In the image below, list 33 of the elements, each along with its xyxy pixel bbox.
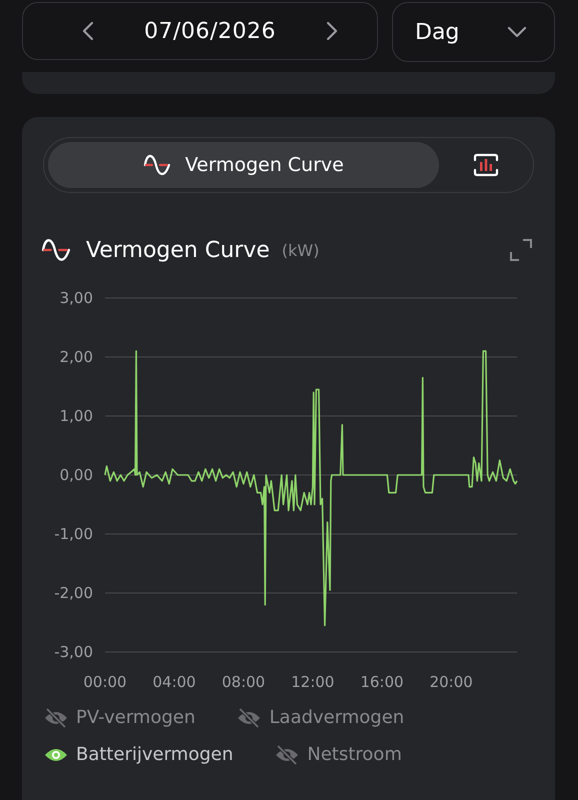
eye-slash-icon — [275, 744, 300, 764]
y-axis-label: 0,00 — [60, 466, 93, 484]
y-axis-label: -2,00 — [54, 584, 93, 602]
chart-title: Vermogen Curve — [86, 238, 270, 262]
y-axis-label: -1,00 — [54, 525, 93, 543]
y-axis-label: 1,00 — [60, 407, 93, 425]
y-axis-label: 3,00 — [60, 289, 93, 307]
eye-slash-icon — [44, 708, 68, 728]
legend-toggle[interactable]: PV-vermogen — [44, 707, 196, 728]
date-label: 07/06/2026 — [144, 18, 276, 44]
y-axis-label: 2,00 — [60, 348, 93, 366]
legend-toggle[interactable]: Batterijvermogen — [44, 744, 234, 765]
x-axis-label: 00:00 — [83, 673, 127, 691]
y-axis-label: -3,00 — [54, 643, 93, 661]
period-dropdown[interactable]: Dag — [392, 2, 555, 62]
eye-slash-icon — [237, 708, 262, 728]
wave-icon — [143, 153, 172, 177]
fullscreen-button[interactable] — [509, 238, 533, 262]
x-axis-label: 08:00 — [222, 673, 266, 691]
wave-icon — [41, 237, 71, 263]
expand-icon — [509, 238, 533, 262]
legend-toggle[interactable]: Laadvermogen — [237, 707, 404, 728]
view-tab[interactable]: Vermogen Curve — [48, 142, 439, 188]
x-axis-label: 20:00 — [430, 673, 473, 691]
x-axis-label: 04:00 — [152, 673, 196, 691]
chevron-down-icon — [506, 25, 528, 39]
chevron-right-icon — [325, 20, 339, 42]
chevron-left-icon — [81, 20, 95, 42]
x-axis-label: 16:00 — [360, 673, 404, 691]
bar-chart-icon — [473, 153, 499, 177]
legend-toggle[interactable]: Netstroom — [275, 744, 402, 765]
x-axis-label: 12:00 — [291, 673, 334, 691]
unit-label: (kW) — [282, 240, 320, 260]
